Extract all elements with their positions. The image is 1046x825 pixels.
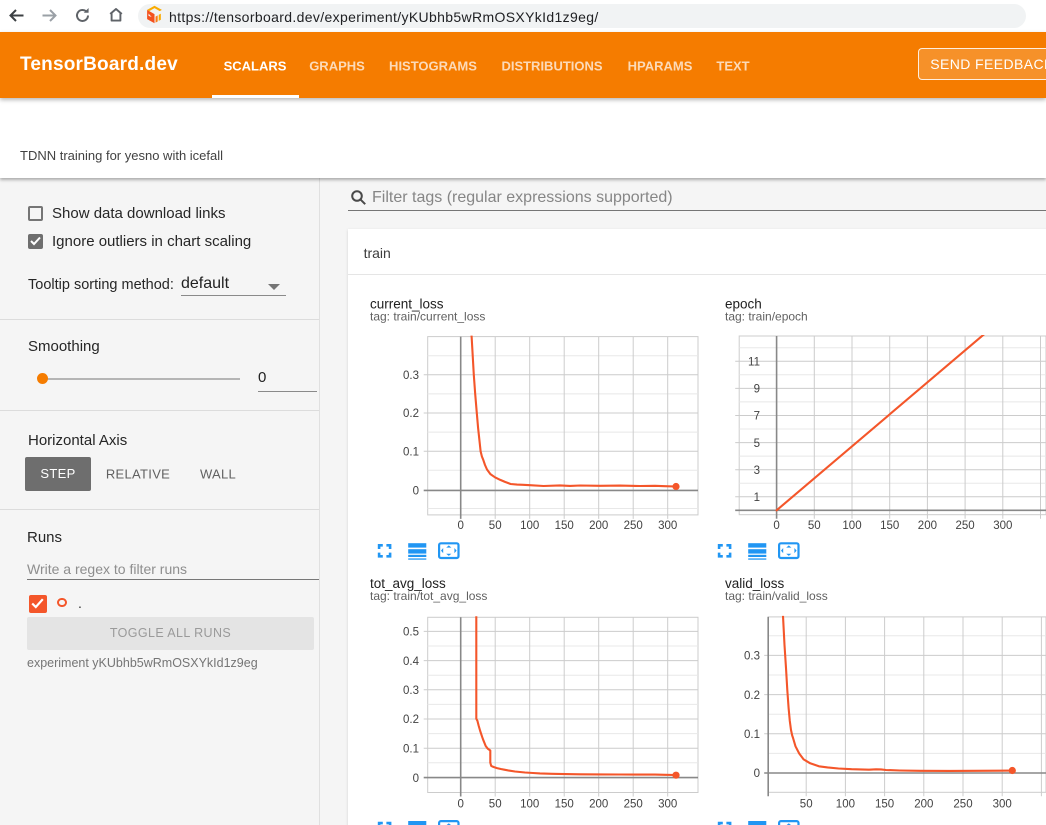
svg-text:0.1: 0.1 xyxy=(403,743,419,755)
svg-text:150: 150 xyxy=(555,799,574,811)
svg-text:1: 1 xyxy=(754,492,760,504)
svg-text:250: 250 xyxy=(624,520,643,532)
svg-text:300: 300 xyxy=(658,520,677,532)
svg-text:200: 200 xyxy=(918,520,937,532)
svg-text:0.1: 0.1 xyxy=(403,446,419,458)
svg-text:0: 0 xyxy=(773,520,779,532)
svg-text:100: 100 xyxy=(836,799,855,811)
svg-text:0.3: 0.3 xyxy=(744,651,760,663)
svg-text:3: 3 xyxy=(754,465,760,477)
svg-text:0.4: 0.4 xyxy=(403,656,420,668)
svg-text:50: 50 xyxy=(489,799,502,811)
svg-text:tag: train/valid_loss: tag: train/valid_loss xyxy=(725,589,828,603)
svg-text:200: 200 xyxy=(914,799,933,811)
svg-text:0: 0 xyxy=(413,486,419,498)
svg-text:7: 7 xyxy=(754,411,760,423)
svg-text:tag: train/epoch: tag: train/epoch xyxy=(725,310,808,324)
svg-text:0.5: 0.5 xyxy=(403,627,419,639)
svg-text:200: 200 xyxy=(589,520,608,532)
svg-text:0.2: 0.2 xyxy=(403,408,419,420)
svg-text:0.2: 0.2 xyxy=(744,690,760,702)
svg-text:0.1: 0.1 xyxy=(744,729,760,741)
svg-text:0: 0 xyxy=(457,520,463,532)
svg-text:0.2: 0.2 xyxy=(403,714,419,726)
svg-text:50: 50 xyxy=(808,520,821,532)
svg-text:100: 100 xyxy=(842,520,861,532)
svg-text:0: 0 xyxy=(754,768,760,780)
svg-text:11: 11 xyxy=(748,357,760,369)
svg-text:tag: train/tot_avg_loss: tag: train/tot_avg_loss xyxy=(370,589,487,603)
svg-text:300: 300 xyxy=(993,799,1012,811)
svg-text:100: 100 xyxy=(520,520,539,532)
svg-text:150: 150 xyxy=(880,520,899,532)
svg-text:0.3: 0.3 xyxy=(403,370,419,382)
svg-text:250: 250 xyxy=(953,799,972,811)
svg-text:50: 50 xyxy=(489,520,502,532)
svg-text:200: 200 xyxy=(589,799,608,811)
svg-text:150: 150 xyxy=(555,520,574,532)
svg-text:100: 100 xyxy=(520,799,539,811)
svg-text:250: 250 xyxy=(956,520,975,532)
svg-text:9: 9 xyxy=(754,384,760,396)
svg-text:50: 50 xyxy=(800,799,813,811)
svg-text:250: 250 xyxy=(624,799,643,811)
svg-text:300: 300 xyxy=(993,520,1012,532)
svg-text:0: 0 xyxy=(457,799,463,811)
svg-text:0.3: 0.3 xyxy=(403,685,419,697)
svg-text:150: 150 xyxy=(875,799,894,811)
svg-text:5: 5 xyxy=(754,438,760,450)
svg-text:tag: train/current_loss: tag: train/current_loss xyxy=(370,310,485,324)
svg-text:0: 0 xyxy=(413,773,419,785)
svg-text:300: 300 xyxy=(658,799,677,811)
